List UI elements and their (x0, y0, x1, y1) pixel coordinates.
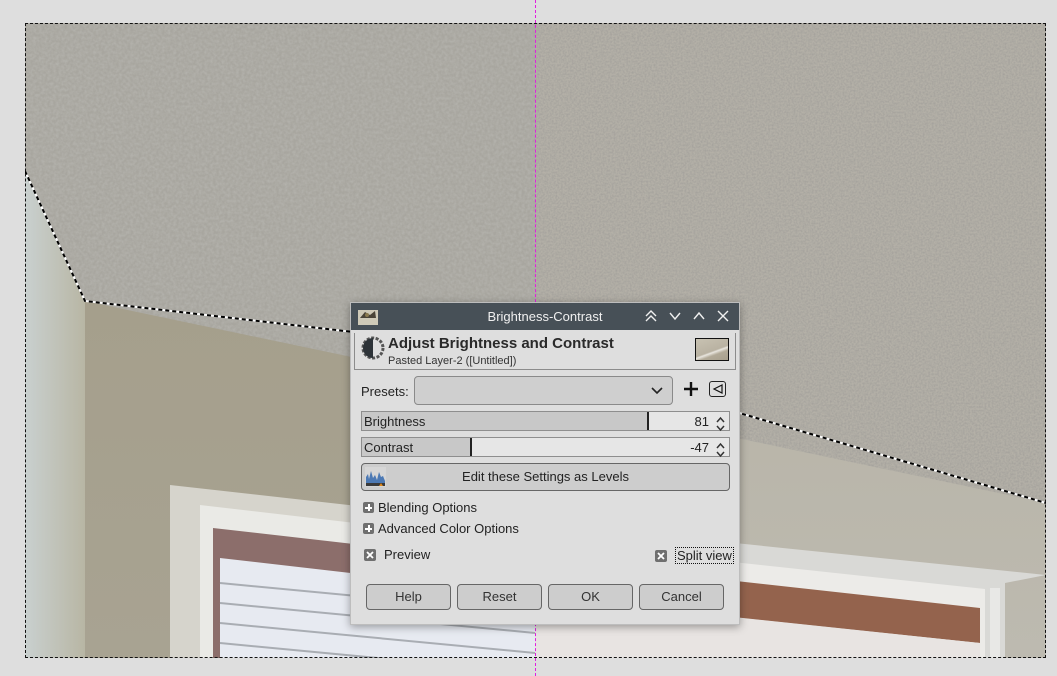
maximize-button[interactable] (689, 305, 709, 327)
chevron-down-icon (669, 312, 681, 321)
brightness-decrement[interactable] (712, 421, 729, 432)
dialog-header: Adjust Brightness and Contrast Pasted La… (354, 333, 736, 370)
contrast-increment[interactable] (712, 438, 729, 449)
chevron-up-icon (693, 311, 705, 320)
contrast-value[interactable]: -47 (690, 440, 709, 455)
keep-above-button[interactable] (641, 305, 661, 327)
split-view-label: Split view (675, 547, 734, 564)
add-preset-icon[interactable] (682, 380, 700, 398)
blending-options-expander[interactable]: Blending Options (363, 500, 477, 515)
contrast-decrement[interactable] (712, 447, 729, 458)
brightness-slider[interactable]: Brightness 81 (361, 411, 730, 432)
triangle-left-icon (712, 384, 723, 394)
advanced-color-options-expander[interactable]: Advanced Color Options (363, 521, 519, 536)
double-chevron-up-icon (645, 310, 657, 322)
checkbox-checked-icon (364, 548, 376, 561)
advanced-color-options-label: Advanced Color Options (378, 521, 519, 536)
layer-thumbnail (695, 338, 729, 361)
layer-name: Pasted Layer-2 ([Untitled]) (388, 355, 517, 367)
close-button[interactable] (713, 305, 733, 327)
preview-label: Preview (384, 547, 431, 562)
ok-button[interactable]: OK (548, 584, 633, 610)
spin-down-icon (716, 451, 725, 458)
preset-menu-button[interactable] (709, 381, 726, 397)
expand-plus-icon (363, 523, 374, 534)
presets-label: Presets: (361, 384, 409, 399)
blending-options-label: Blending Options (378, 500, 478, 515)
preview-checkbox[interactable]: Preview (364, 547, 430, 562)
contrast-slider[interactable]: Contrast -47 (361, 437, 730, 458)
checkbox-checked-icon (655, 549, 667, 562)
edit-as-levels-label: Edit these Settings as Levels (462, 469, 629, 484)
contrast-label: Contrast (364, 440, 414, 455)
dialog-heading: Adjust Brightness and Contrast (388, 335, 614, 352)
split-view-checkbox[interactable]: Split view (655, 547, 734, 564)
minimize-button[interactable] (665, 305, 685, 327)
brightness-contrast-dialog: Brightness-Contrast Adjust Brightness an… (350, 302, 740, 625)
cancel-button[interactable]: Cancel (639, 584, 724, 610)
expand-plus-icon (363, 502, 374, 513)
spin-down-icon (716, 425, 725, 432)
presets-dropdown[interactable] (414, 376, 673, 405)
gimp-app-icon (358, 310, 378, 325)
help-button[interactable]: Help (366, 584, 451, 610)
chevron-down-icon (651, 387, 663, 395)
brightness-value[interactable]: 81 (695, 414, 709, 429)
close-icon (717, 310, 729, 322)
edit-as-levels-button[interactable]: Edit these Settings as Levels (361, 463, 730, 491)
brightness-increment[interactable] (712, 412, 729, 423)
brightness-contrast-icon (361, 336, 385, 360)
reset-button[interactable]: Reset (457, 584, 542, 610)
brightness-label: Brightness (364, 414, 426, 429)
levels-histogram-icon (365, 467, 386, 487)
gimp-workspace: Brightness-Contrast Adjust Brightness an… (0, 0, 1057, 676)
dialog-titlebar[interactable]: Brightness-Contrast (351, 303, 739, 330)
